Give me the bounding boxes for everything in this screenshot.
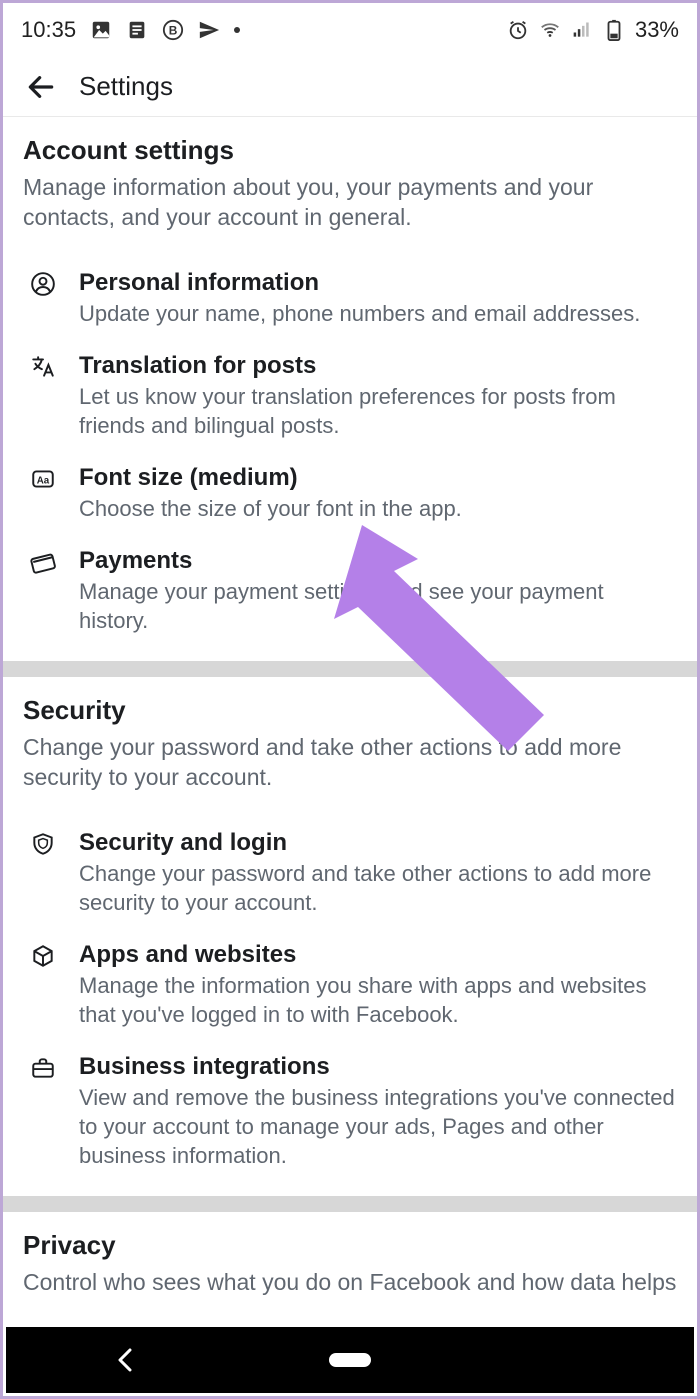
item-title: Personal information [79, 269, 677, 297]
page-title: Settings [79, 71, 173, 102]
battery-percent: 33% [635, 17, 679, 43]
more-dot-icon [234, 27, 240, 33]
translate-icon [27, 352, 59, 384]
item-font-size[interactable]: Aa Font size (medium) Choose the size of… [3, 450, 697, 533]
signal-icon [571, 19, 593, 41]
cube-icon [27, 941, 59, 973]
status-time: 10:35 [21, 17, 76, 43]
item-title: Apps and websites [79, 941, 677, 969]
nav-back-button[interactable] [116, 1346, 136, 1374]
shield-icon [27, 829, 59, 861]
section-desc-security: Change your password and take other acti… [23, 732, 677, 793]
section-title-account: Account settings [23, 135, 677, 166]
item-title: Security and login [79, 829, 677, 857]
circled-b-icon: B [162, 19, 184, 41]
item-sub: Change your password and take other acti… [79, 859, 677, 917]
item-sub: Manage the information you share with ap… [79, 971, 677, 1029]
briefcase-icon [27, 1053, 59, 1085]
item-sub: Choose the size of your font in the app. [79, 494, 677, 523]
status-bar: 10:35 B [3, 3, 697, 57]
item-personal-information[interactable]: Personal information Update your name, p… [3, 255, 697, 338]
item-title: Business integrations [79, 1053, 677, 1081]
nav-home-button[interactable] [329, 1353, 371, 1367]
item-title: Translation for posts [79, 352, 677, 380]
person-icon [27, 269, 59, 301]
section-title-security: Security [23, 695, 677, 726]
item-security-login[interactable]: Security and login Change your password … [3, 815, 697, 927]
section-privacy: Privacy Control who sees what you do on … [3, 1212, 697, 1303]
item-sub: Manage your payment settings and see you… [79, 577, 677, 635]
battery-icon [603, 19, 625, 41]
item-title: Font size (medium) [79, 464, 677, 492]
section-account: Account settings Manage information abou… [3, 117, 697, 255]
item-sub: Update your name, phone numbers and emai… [79, 299, 677, 328]
section-title-privacy: Privacy [23, 1230, 677, 1261]
app-bar: Settings [3, 57, 697, 117]
item-sub: Let us know your translation preferences… [79, 382, 677, 440]
item-business-integrations[interactable]: Business integrations View and remove th… [3, 1039, 697, 1196]
section-security: Security Change your password and take o… [3, 677, 697, 815]
note-icon [126, 19, 148, 41]
wifi-icon [539, 19, 561, 41]
card-icon [27, 547, 59, 579]
item-apps-websites[interactable]: Apps and websites Manage the information… [3, 927, 697, 1039]
section-divider [3, 1196, 697, 1212]
back-button[interactable] [25, 71, 57, 103]
send-icon [198, 19, 220, 41]
svg-text:B: B [169, 24, 178, 38]
item-translation[interactable]: Translation for posts Let us know your t… [3, 338, 697, 450]
section-desc-privacy: Control who sees what you do on Facebook… [23, 1267, 677, 1297]
font-size-icon: Aa [27, 464, 59, 496]
item-payments[interactable]: Payments Manage your payment settings an… [3, 533, 697, 661]
section-desc-account: Manage information about you, your payme… [23, 172, 677, 233]
svg-text:Aa: Aa [37, 475, 50, 486]
item-sub: View and remove the business integration… [79, 1083, 677, 1170]
gallery-icon [90, 19, 112, 41]
android-nav-bar [6, 1327, 694, 1393]
section-divider [3, 661, 697, 677]
item-title: Payments [79, 547, 677, 575]
alarm-icon [507, 19, 529, 41]
